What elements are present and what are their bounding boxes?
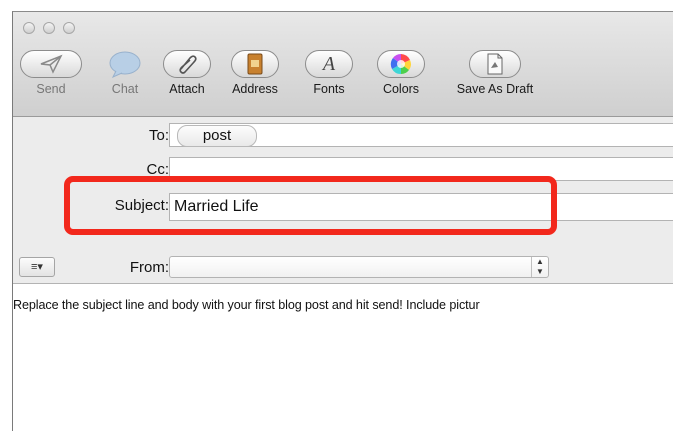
format-menu-button[interactable]: ≡▾: [19, 257, 55, 277]
colors-button[interactable]: Colors: [361, 50, 441, 96]
address-button[interactable]: Address: [215, 50, 295, 96]
send-label: Send: [36, 82, 66, 96]
toolbar: Send Chat Attach Address A Fonts Colors …: [13, 12, 673, 117]
list-icon: ≡▾: [31, 261, 43, 273]
send-button[interactable]: Send: [13, 50, 91, 96]
updown-arrow-icon: ▲ ▼: [531, 257, 548, 277]
address-label: Address: [232, 82, 278, 96]
address-book-icon: [231, 50, 279, 78]
colors-label: Colors: [382, 82, 420, 96]
fonts-button[interactable]: A Fonts: [289, 50, 369, 96]
fonts-label: Fonts: [313, 82, 345, 96]
paperclip-icon: [163, 50, 211, 78]
color-wheel-icon: [377, 50, 425, 78]
from-popup[interactable]: ▲ ▼: [169, 256, 549, 278]
recipient-token[interactable]: post: [177, 125, 257, 147]
from-label: From:: [129, 259, 169, 276]
draft-document-icon: [469, 50, 521, 78]
subject-highlight-box: [64, 176, 557, 235]
to-label: To:: [148, 127, 169, 144]
save-as-draft-button[interactable]: Save As Draft: [445, 50, 545, 96]
fonts-icon: A: [305, 50, 353, 78]
close-window-button[interactable]: [23, 22, 35, 34]
save-as-draft-label: Save As Draft: [456, 82, 534, 96]
chat-icon: [100, 50, 150, 78]
zoom-window-button[interactable]: [63, 22, 75, 34]
message-body[interactable]: Replace the subject line and body with y…: [13, 298, 480, 312]
minimize-window-button[interactable]: [43, 22, 55, 34]
send-icon: [20, 50, 82, 78]
